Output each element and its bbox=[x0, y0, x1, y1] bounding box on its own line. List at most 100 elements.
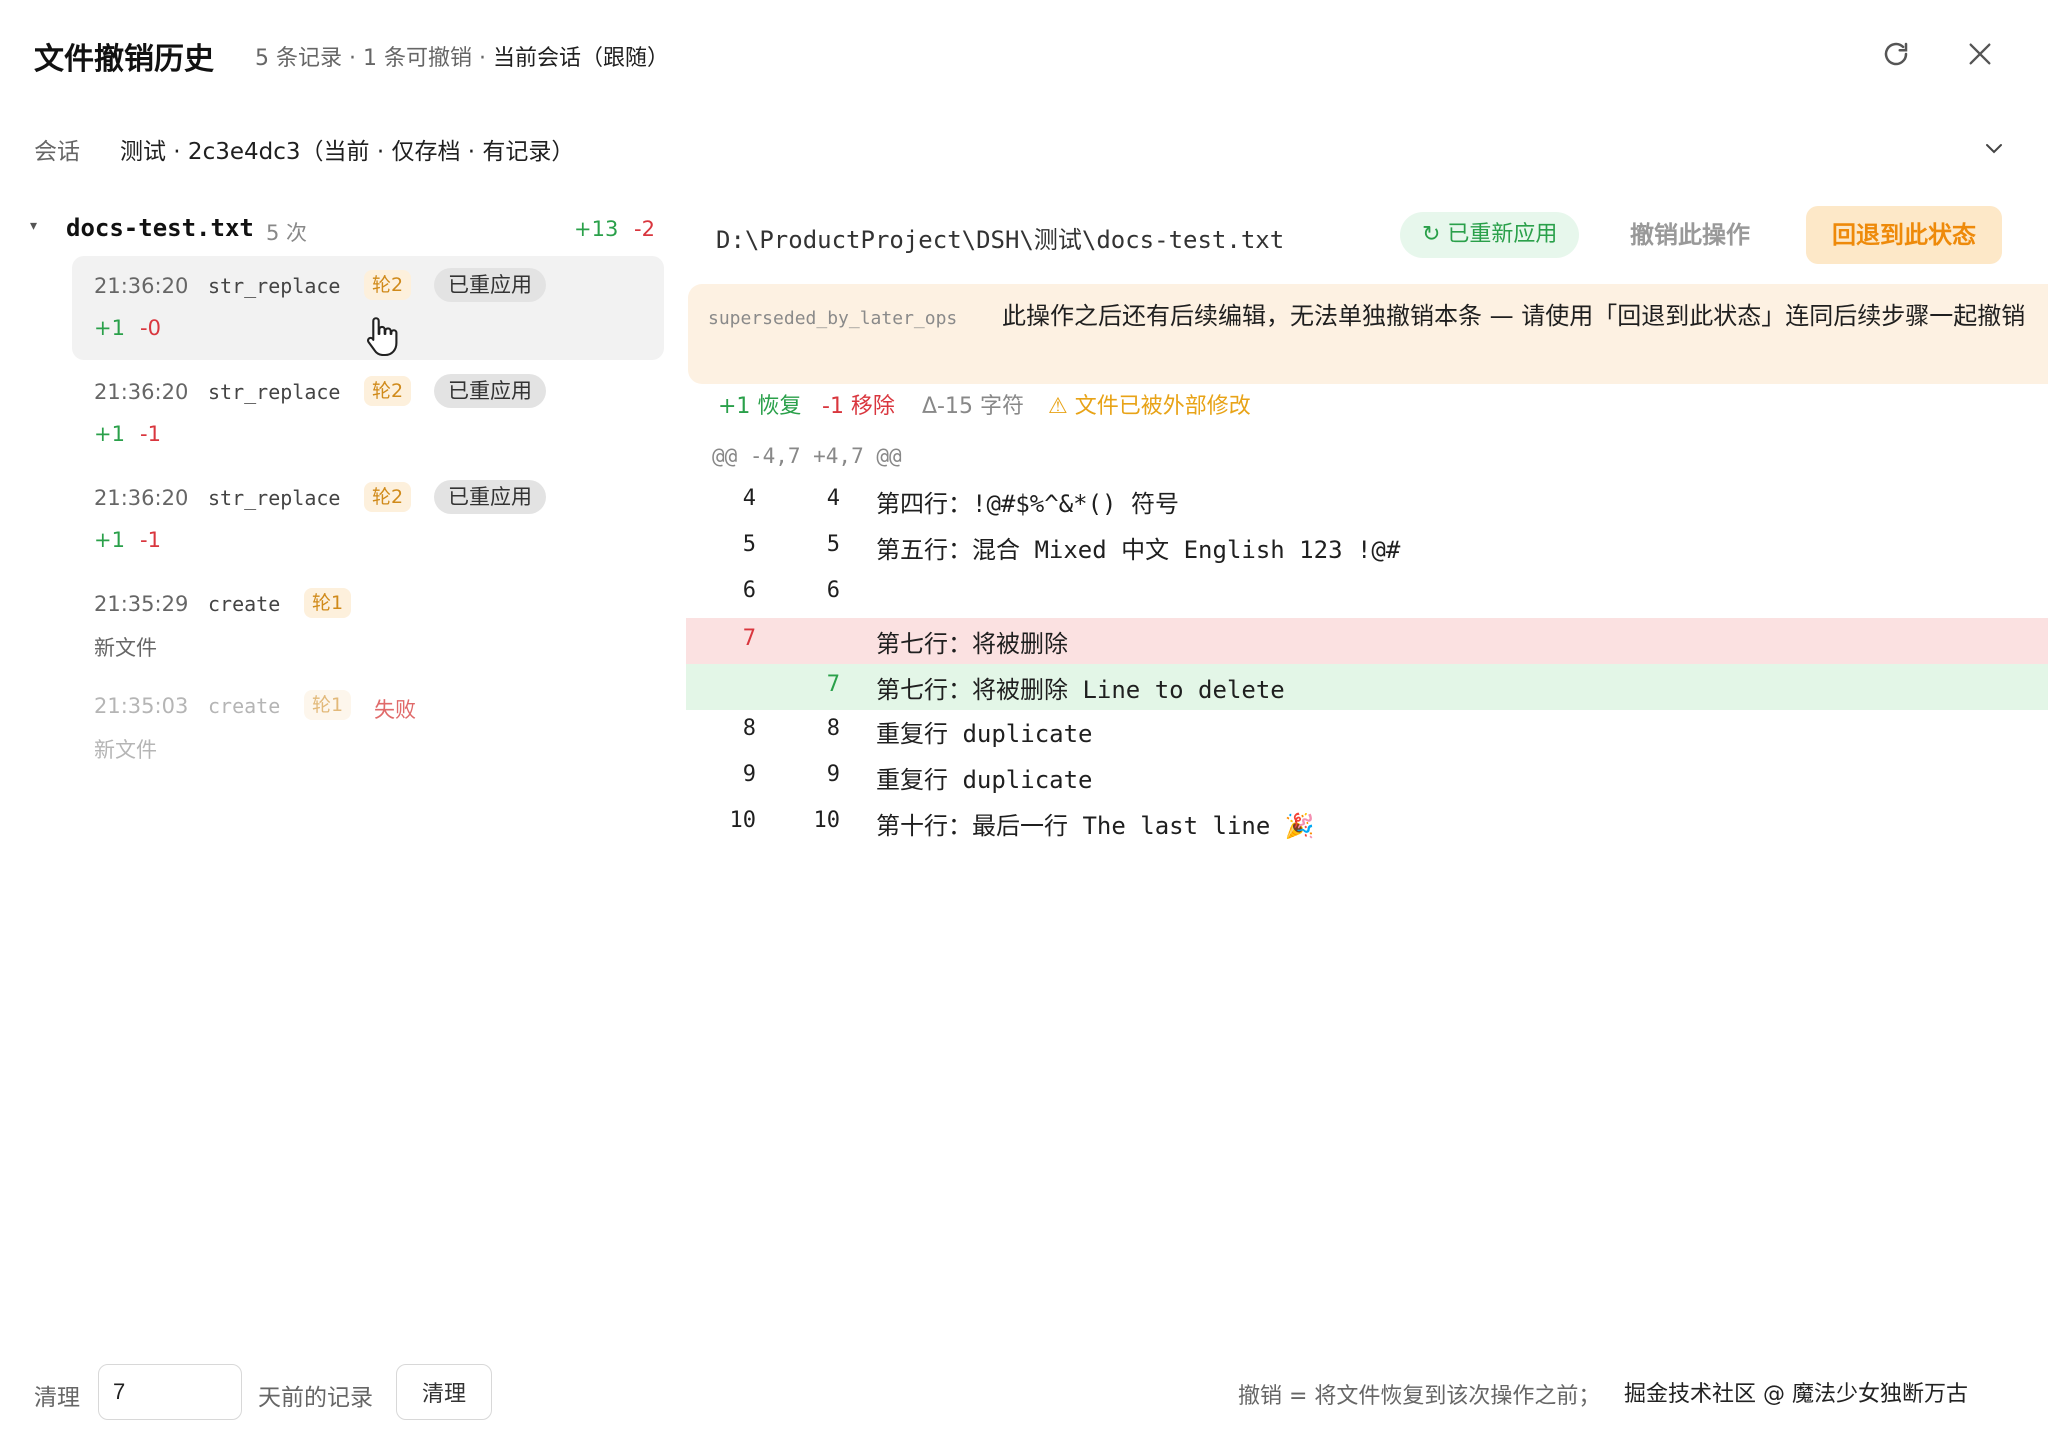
entry-operation: create bbox=[208, 694, 281, 718]
old-line-number: 7 bbox=[742, 626, 756, 651]
file-name: docs-test.txt bbox=[66, 214, 254, 242]
warning-message: 此操作之后还有后续编辑，无法单独撤销本条 — 请使用「回退到此状态」连同后续步骤… bbox=[1002, 302, 2026, 330]
new-line-number: 7 bbox=[826, 672, 840, 697]
new-line-number: 4 bbox=[826, 486, 840, 511]
entry-time: 21:35:03 bbox=[94, 694, 189, 718]
entry-operation: str_replace bbox=[208, 380, 341, 404]
entry-round-badge: 轮2 bbox=[364, 482, 412, 512]
new-line-number: 9 bbox=[826, 762, 840, 787]
entry-round-badge: 轮1 bbox=[304, 690, 352, 720]
diff-line: 5 5 第五行：混合 Mixed 中文 English 123 !@# bbox=[686, 524, 2048, 570]
entry-round-badge: 轮1 bbox=[304, 588, 352, 618]
refresh-icon bbox=[1884, 42, 1908, 66]
entry-time: 21:36:20 bbox=[94, 274, 189, 298]
old-line-number: 4 bbox=[742, 486, 756, 511]
entry-note: 新文件 bbox=[94, 636, 157, 660]
collapse-triangle-icon[interactable]: ▾ bbox=[30, 218, 37, 234]
stat-restore: +1 恢复 bbox=[718, 394, 802, 419]
cleanup-days-suffix: 天前的记录 bbox=[258, 1385, 373, 1411]
diff-line: 10 10 第十行：最后一行 The last line 🎉 bbox=[686, 800, 2048, 846]
line-content: 重复行 duplicate bbox=[876, 720, 1093, 748]
hand-pointer-cursor-icon bbox=[366, 317, 398, 357]
footer-bar: 清理 天前的记录 清理 撤销 = 将文件恢复到该次操作之前； 掘金技术社区 @ … bbox=[0, 1360, 2048, 1424]
diff-line: 4 4 第四行：!@#$%^&*() 符号 bbox=[686, 478, 2048, 524]
stat-remove: -1 移除 bbox=[822, 394, 895, 419]
new-line-number: 10 bbox=[813, 808, 841, 833]
entry-time: 21:36:20 bbox=[94, 380, 189, 404]
session-value[interactable]: 测试 · 2c3e4dc3（当前 · 仅存档 · 有记录） bbox=[120, 132, 574, 166]
diff-line: 9 9 重复行 duplicate bbox=[686, 754, 2048, 800]
line-content: 重复行 duplicate bbox=[876, 766, 1093, 794]
session-label: 会话 bbox=[34, 139, 80, 165]
summary-counts: 5 条记录 · 1 条可撤销 · bbox=[255, 46, 493, 71]
old-line-number: 8 bbox=[742, 716, 756, 741]
undo-hint: 撤销 = 将文件恢复到该次操作之前； bbox=[1238, 1384, 1601, 1409]
cleanup-label: 清理 bbox=[34, 1385, 80, 1411]
entry-round-badge: 轮2 bbox=[364, 376, 412, 406]
file-path: D:\ProductProject\DSH\测试\docs-test.txt bbox=[716, 226, 1285, 254]
file-group-header[interactable]: ▾ docs-test.txt 5 次 +13 -2 bbox=[30, 214, 666, 250]
reapplied-status-badge: ↻ 已重新应用 bbox=[1400, 212, 1580, 258]
diff-line: 6 6 bbox=[686, 570, 2048, 616]
superseded-warning: superseded_by_later_ops 此操作之后还有后续编辑，无法单独… bbox=[688, 284, 2048, 384]
old-line-number: 6 bbox=[742, 578, 756, 603]
entry-added: +1 bbox=[94, 316, 125, 340]
session-selector[interactable]: 会话 测试 · 2c3e4dc3（当前 · 仅存档 · 有记录） bbox=[0, 120, 2048, 180]
entry-note: 新文件 bbox=[94, 738, 157, 762]
session-dropdown-toggle[interactable] bbox=[1976, 130, 2012, 166]
line-content: 第七行：将被删除 bbox=[876, 630, 1068, 658]
new-line-number: 5 bbox=[826, 532, 840, 557]
close-button[interactable] bbox=[1958, 32, 2002, 76]
line-content: 第四行：!@#$%^&*() 符号 bbox=[876, 490, 1179, 518]
line-content: 第七行：将被删除 Line to delete bbox=[876, 676, 1285, 704]
undo-operation-button[interactable]: 撤销此操作 bbox=[1608, 212, 1772, 258]
file-lines-removed: -2 bbox=[634, 217, 655, 241]
entry-operation: str_replace bbox=[208, 274, 341, 298]
diff-line-removed: 7 第七行：将被删除 bbox=[686, 618, 2048, 664]
file-edit-count: 5 次 bbox=[266, 221, 308, 245]
cleanup-button[interactable]: 清理 bbox=[396, 1364, 492, 1420]
old-line-number: 10 bbox=[729, 808, 757, 833]
rollback-to-state-button[interactable]: 回退到此状态 bbox=[1806, 206, 2002, 264]
history-entry[interactable]: 21:35:29 create 轮1 新文件 bbox=[72, 574, 664, 678]
summary-session: 当前会话（跟随） bbox=[492, 46, 669, 71]
dialog-title: 文件撤销历史 bbox=[34, 42, 214, 77]
watermark: 掘金技术社区 @ 魔法少女独断万古 bbox=[1624, 1382, 1968, 1407]
entry-removed: -0 bbox=[140, 316, 161, 340]
entry-added: +1 bbox=[94, 422, 125, 446]
entry-removed: -1 bbox=[140, 528, 161, 552]
file-lines-added: +13 bbox=[574, 217, 619, 241]
entry-round-badge: 轮2 bbox=[364, 270, 412, 300]
old-line-number: 5 bbox=[742, 532, 756, 557]
entry-time: 21:36:20 bbox=[94, 486, 189, 510]
line-content: 第十行：最后一行 The last line 🎉 bbox=[876, 812, 1315, 840]
new-line-number: 8 bbox=[826, 716, 840, 741]
refresh-button[interactable] bbox=[1874, 32, 1918, 76]
dialog-header: 文件撤销历史 5 条记录 · 1 条可撤销 · 当前会话（跟随） bbox=[0, 0, 2048, 110]
entry-time: 21:35:29 bbox=[94, 592, 189, 616]
old-line-number: 9 bbox=[742, 762, 756, 787]
history-entry[interactable]: 21:35:03 create 轮1 失败 新文件 bbox=[72, 676, 664, 780]
entry-fail-label: 失败 bbox=[374, 698, 416, 722]
warning-code: superseded_by_later_ops bbox=[708, 308, 958, 329]
entry-removed: -1 bbox=[140, 422, 161, 446]
chevron-down-icon bbox=[1986, 144, 2002, 154]
history-entry[interactable]: 21:36:20 str_replace 轮2 已重应用 +1 -1 bbox=[72, 468, 664, 572]
history-entry[interactable]: 21:36:20 str_replace 轮2 已重应用 +1 -1 bbox=[72, 362, 664, 466]
close-icon bbox=[1969, 43, 1991, 65]
line-content: 第五行：混合 Mixed 中文 English 123 !@# bbox=[876, 536, 1401, 564]
entry-operation: str_replace bbox=[208, 486, 341, 510]
entry-status-badge: 已重应用 bbox=[434, 374, 546, 408]
entry-added: +1 bbox=[94, 528, 125, 552]
entry-status-badge: 已重应用 bbox=[434, 268, 546, 302]
diff-line: 8 8 重复行 duplicate bbox=[686, 708, 2048, 754]
new-line-number: 6 bbox=[826, 578, 840, 603]
stat-char-delta: Δ-15 字符 bbox=[922, 394, 1024, 419]
dialog-summary: 5 条记录 · 1 条可撤销 · 当前会话（跟随） bbox=[255, 40, 669, 72]
cleanup-days-input[interactable] bbox=[98, 1364, 242, 1420]
diff-hunk-header: @@ -4,7 +4,7 @@ bbox=[712, 444, 902, 468]
entry-status-badge: 已重应用 bbox=[434, 480, 546, 514]
entry-operation: create bbox=[208, 592, 281, 616]
external-modified-warning: ⚠ 文件已被外部修改 bbox=[1048, 394, 1251, 419]
diff-line-added: 7 第七行：将被删除 Line to delete bbox=[686, 664, 2048, 710]
